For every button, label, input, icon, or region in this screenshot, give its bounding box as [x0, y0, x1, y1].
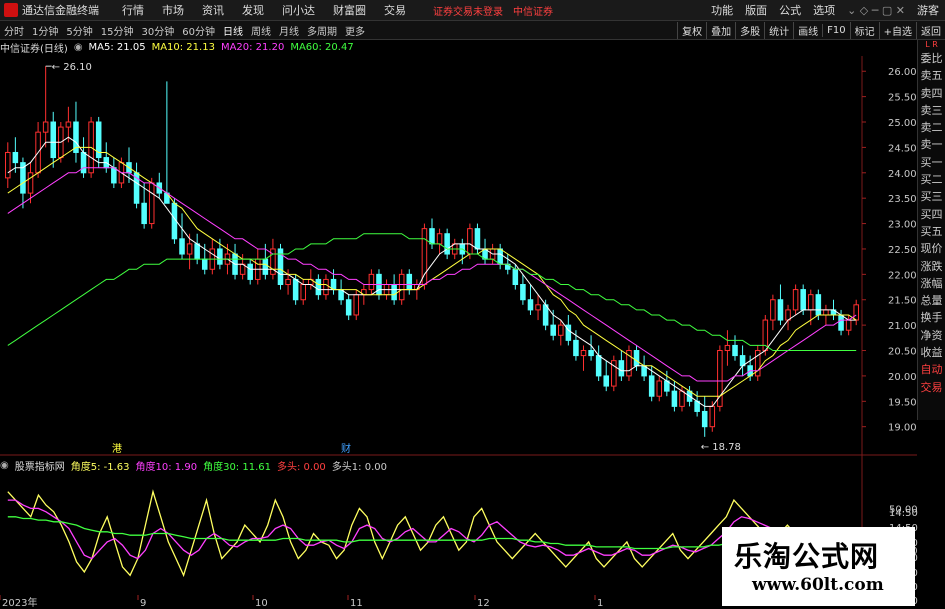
sub-axis-label: 14:50 — [889, 508, 918, 519]
candle-body — [512, 268, 519, 286]
low-price-label: ← 18.78 — [701, 442, 741, 453]
watermark: 乐淘公式网 www.60lt.com — [722, 527, 915, 606]
candle-body — [527, 299, 534, 311]
candle-body — [141, 202, 147, 225]
candle-body — [770, 299, 776, 321]
price-tick-label: 20.00 — [888, 372, 917, 383]
candle-body — [542, 304, 549, 326]
price-tick-label: 26.00 — [888, 67, 917, 78]
candle-body — [618, 360, 625, 377]
candle-body — [701, 410, 708, 428]
date-axis-label: 10 — [255, 598, 268, 609]
candle-body — [398, 273, 405, 301]
candle-body — [724, 344, 731, 352]
candle-body — [815, 294, 822, 316]
candle-body — [633, 350, 640, 367]
date-axis-label: 12 — [477, 598, 490, 609]
candle-body — [603, 375, 610, 387]
candle-body — [474, 228, 481, 250]
candle-body — [838, 314, 844, 331]
price-tick-label: 24.00 — [888, 169, 917, 180]
price-tick-label: 25.00 — [888, 118, 917, 129]
watermark-title: 乐淘公式网 — [734, 540, 880, 573]
candle-body — [679, 390, 685, 407]
candle-body — [436, 233, 443, 245]
price-tick-label: 21.00 — [888, 321, 917, 332]
candle-body — [845, 319, 852, 331]
candle-body — [292, 278, 299, 301]
candle-body — [792, 289, 799, 311]
ma60-line — [7, 233, 857, 351]
candle-body — [580, 350, 587, 357]
candle-body — [671, 390, 678, 407]
candle-body — [497, 248, 503, 265]
candle-body — [50, 121, 57, 159]
watermark-url: www.60lt.com — [752, 575, 884, 595]
candle-body — [217, 248, 223, 265]
candle-body — [648, 375, 655, 397]
price-tick-label: 20.50 — [888, 347, 917, 358]
date-axis-label: 1 — [597, 598, 603, 609]
candle-body — [179, 238, 185, 255]
candle-body — [732, 344, 738, 357]
price-tick-label: 21.50 — [888, 296, 917, 307]
candle-body — [201, 258, 208, 270]
candle-body — [709, 405, 716, 428]
candle-body — [558, 324, 564, 336]
candle-body — [285, 278, 291, 286]
candle-body — [186, 243, 193, 255]
candle-body — [588, 350, 594, 357]
candle-body — [148, 182, 155, 225]
candle-body — [391, 284, 397, 301]
candle-body — [262, 258, 269, 275]
candle-body — [800, 289, 806, 311]
date-axis-label: 11 — [350, 598, 363, 609]
candle-body — [80, 151, 87, 174]
price-tick-label: 19.00 — [888, 423, 917, 434]
candle-body — [368, 273, 375, 291]
candle-body — [247, 263, 253, 280]
price-tick-label: 23.00 — [888, 220, 917, 231]
candle-body — [595, 355, 602, 377]
candle-body — [573, 339, 579, 357]
candle-body — [323, 278, 329, 296]
kline-chart[interactable]: 26.00 25.50 25.00 24.50 24.00 23.50 23.00 22.50… — [0, 0, 945, 609]
price-tick-label: 22.50 — [888, 245, 917, 256]
price-tick-label: 19.50 — [888, 397, 917, 408]
high-price-label: ← 26.10 — [52, 62, 92, 73]
event-mark-cai: 财 — [341, 442, 351, 455]
candle-body — [535, 304, 541, 311]
candle-body — [42, 121, 49, 133]
price-tick-label: 25.50 — [888, 93, 917, 104]
candle-body — [315, 278, 322, 296]
candle-body — [444, 233, 450, 255]
candle-body — [853, 304, 859, 321]
event-mark-gang: 港 — [112, 443, 122, 455]
candle-body — [353, 294, 360, 316]
candle-body — [27, 172, 34, 194]
date-axis-label: 2023年 — [2, 596, 37, 609]
price-tick-label: 24.50 — [888, 143, 917, 154]
candle-body — [656, 380, 663, 397]
candle-body — [111, 167, 117, 184]
candle-body — [406, 273, 413, 291]
candle-body — [345, 299, 352, 316]
candle-body — [12, 151, 19, 164]
candle-body — [520, 284, 526, 301]
candle-body — [5, 151, 11, 179]
candle-body — [777, 299, 784, 321]
candle-body — [65, 121, 72, 128]
candle-body — [194, 243, 200, 260]
candle-body — [300, 284, 306, 301]
candle-body — [823, 309, 829, 316]
candle-body — [421, 228, 428, 286]
candle-body — [467, 228, 473, 255]
candle-body — [807, 294, 814, 311]
candle-body — [550, 324, 556, 336]
price-tick-label: 23.50 — [888, 194, 917, 205]
price-tick-label: 22.00 — [888, 270, 917, 281]
date-axis-label: 9 — [140, 598, 146, 609]
candle-body — [429, 228, 435, 245]
